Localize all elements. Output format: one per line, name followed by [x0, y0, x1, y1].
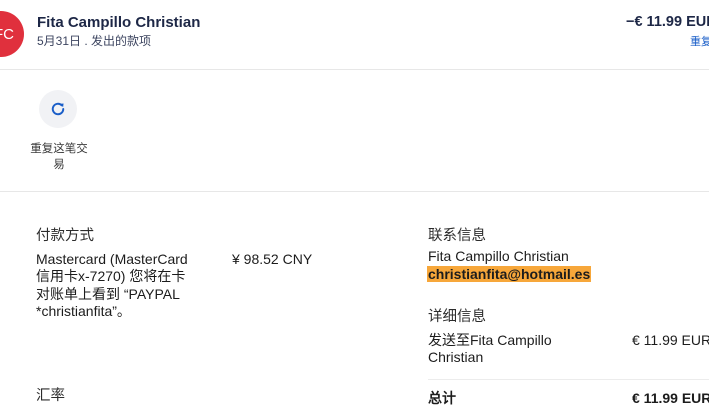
header-divider [0, 69, 709, 70]
details-line-label: 发送至Fita Campillo Christian [428, 332, 552, 366]
details-title: 详细信息 [428, 309, 486, 325]
avatar-initials: FC [0, 25, 14, 43]
payee-name: Fita Campillo Christian [37, 14, 201, 31]
transaction-subtitle: 5月31日 . 发出的款项 [37, 34, 152, 48]
payment-method-text: Mastercard (MasterCard信用卡x-7270) 您将在卡对账单… [36, 251, 188, 319]
transaction-amount: −€ 11.99 EUR [626, 14, 709, 30]
exchange-rate-title: 汇率 [36, 388, 65, 404]
total-amount: € 11.99 EUR [632, 390, 709, 406]
repeat-link[interactable]: 重复 [690, 33, 709, 49]
details-divider [428, 379, 709, 380]
contact-email-link[interactable]: christianfita@hotmail.es [427, 266, 592, 282]
payment-method-title: 付款方式 [36, 228, 94, 244]
total-label: 总计 [428, 390, 456, 406]
repeat-transaction-label[interactable]: 重复这笔交易 [30, 141, 88, 173]
repeat-transaction-button[interactable] [39, 90, 77, 128]
payment-amount-cny: ¥ 98.52 CNY [232, 251, 313, 267]
refresh-icon [51, 102, 65, 116]
details-line-amount: € 11.99 EUR [632, 332, 709, 348]
avatar: FC [0, 11, 24, 57]
contact-name: Fita Campillo Christian [428, 248, 569, 264]
contact-info-title: 联系信息 [428, 228, 486, 244]
actions-divider [0, 191, 709, 192]
